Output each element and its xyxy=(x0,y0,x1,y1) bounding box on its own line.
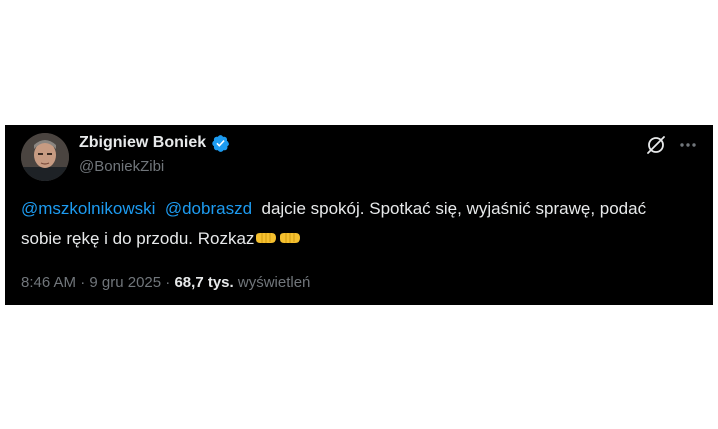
tweet-meta: 8:46 AM · 9 gru 2025 · 68,7 tys. wyświet… xyxy=(21,273,310,293)
salute-fist-emoji-icon xyxy=(280,233,301,243)
tweet-time[interactable]: 8:46 AM xyxy=(21,274,76,291)
tweet-card[interactable]: Zbigniew Boniek @BoniekZibi @mszkolnikow… xyxy=(5,125,713,305)
salute-fist-emoji-icon xyxy=(256,233,277,243)
author-name[interactable]: Zbigniew Boniek xyxy=(79,133,230,153)
author-handle[interactable]: @BoniekZibi xyxy=(79,157,164,177)
author-name-text[interactable]: Zbigniew Boniek xyxy=(79,133,206,153)
mention-link[interactable]: @dobraszd xyxy=(165,199,252,218)
avatar-photo xyxy=(21,133,69,181)
views-label: wyświetleń xyxy=(237,274,311,291)
meta-separator: · xyxy=(80,274,86,291)
tweet-date[interactable]: 9 gru 2025 xyxy=(89,274,161,291)
grok-icon[interactable] xyxy=(644,133,668,157)
avatar[interactable] xyxy=(21,133,69,181)
verified-badge-icon[interactable] xyxy=(211,134,230,153)
mention-link[interactable]: @mszkolnikowski xyxy=(21,199,155,218)
meta-separator: · xyxy=(165,274,171,291)
tweet-text: @mszkolnikowski @dobraszd dajcie spokój.… xyxy=(21,194,691,254)
views-count[interactable]: 68,7 tys. xyxy=(174,274,233,291)
more-options-icon[interactable] xyxy=(676,133,700,157)
